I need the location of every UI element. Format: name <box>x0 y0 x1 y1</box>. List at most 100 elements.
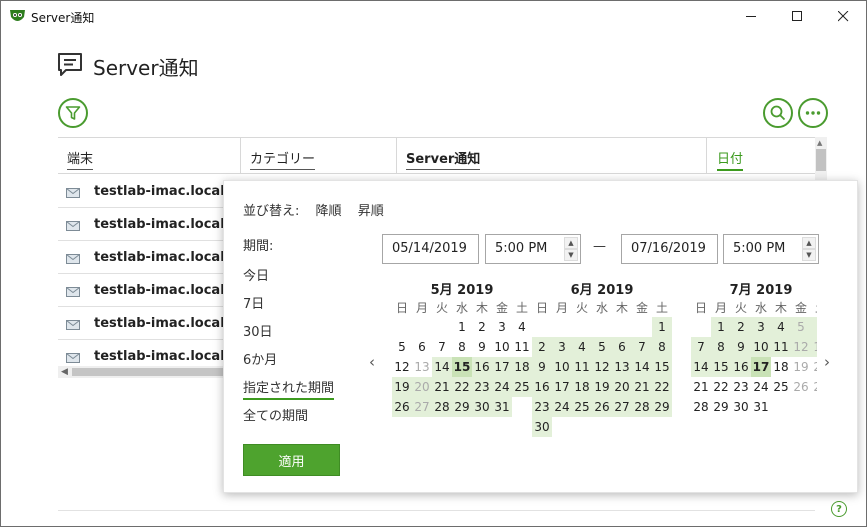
spin-down-icon[interactable]: ▼ <box>802 249 816 261</box>
calendar-day[interactable]: 6 <box>811 317 817 337</box>
calendar-day[interactable]: 9 <box>731 337 751 357</box>
calendar-day[interactable]: 8 <box>452 337 472 357</box>
column-notice[interactable]: Server通知 <box>396 138 706 174</box>
minimize-button[interactable] <box>728 1 774 32</box>
table-row[interactable]: testlab-imac.local <box>58 274 225 307</box>
calendar-day[interactable]: 25 <box>771 377 791 397</box>
calendar-day[interactable]: 10 <box>552 357 572 377</box>
horizontal-scrollbar[interactable]: ◀ <box>58 366 224 378</box>
calendar-day[interactable]: 1 <box>452 317 472 337</box>
more-button[interactable] <box>798 98 828 128</box>
calendar-day[interactable]: 21 <box>632 377 652 397</box>
calendar-day[interactable]: 27 <box>412 397 432 417</box>
calendar-day[interactable]: 25 <box>572 397 592 417</box>
table-row[interactable]: testlab-imac.local <box>58 241 225 274</box>
calendar-day[interactable]: 15 <box>711 357 731 377</box>
calendar-day[interactable]: 6 <box>612 337 632 357</box>
calendar-day[interactable]: 24 <box>751 377 771 397</box>
calendar-day[interactable]: 9 <box>532 357 552 377</box>
calendar-day[interactable]: 24 <box>492 377 512 397</box>
help-icon[interactable]: ? <box>831 501 847 517</box>
period-option-all[interactable]: 全ての期間 <box>243 405 308 424</box>
calendar-day[interactable]: 12 <box>791 337 811 357</box>
period-option-30days[interactable]: 30日 <box>243 321 273 340</box>
period-option-6months[interactable]: 6か月 <box>243 349 277 368</box>
calendar-day[interactable]: 23 <box>731 377 751 397</box>
calendar-day[interactable]: 7 <box>691 337 711 357</box>
calendar-day[interactable]: 16 <box>472 357 492 377</box>
calendar-day[interactable]: 21 <box>432 377 452 397</box>
calendar-day[interactable]: 29 <box>452 397 472 417</box>
calendar-day[interactable]: 20 <box>412 377 432 397</box>
calendar-day[interactable]: 18 <box>512 357 532 377</box>
calendar-day[interactable]: 26 <box>592 397 612 417</box>
calendar-day[interactable]: 2 <box>731 317 751 337</box>
close-button[interactable] <box>820 1 866 32</box>
calendar-day[interactable]: 28 <box>632 397 652 417</box>
calendar-day[interactable]: 25 <box>512 377 532 397</box>
calendar-next-icon[interactable]: › <box>824 353 830 371</box>
start-time-spinner[interactable]: ▲ ▼ <box>564 237 578 261</box>
calendar-day[interactable]: 23 <box>472 377 492 397</box>
column-date[interactable]: 日付 <box>706 138 815 174</box>
calendar-day[interactable]: 19 <box>392 377 412 397</box>
calendar-day[interactable]: 22 <box>652 377 672 397</box>
spin-up-icon[interactable]: ▲ <box>564 237 578 249</box>
calendar-day[interactable]: 22 <box>452 377 472 397</box>
calendar-day[interactable]: 4 <box>572 337 592 357</box>
calendar-day[interactable]: 2 <box>472 317 492 337</box>
calendar-day[interactable]: 28 <box>691 397 711 417</box>
vertical-scrollbar[interactable]: ▲ <box>815 137 827 183</box>
calendar-day[interactable]: 1 <box>652 317 672 337</box>
apply-button[interactable]: 適用 <box>243 444 340 476</box>
calendar-day[interactable]: 26 <box>392 397 412 417</box>
calendar-day[interactable]: 15 <box>452 357 472 377</box>
calendar-day[interactable]: 29 <box>711 397 731 417</box>
scroll-up-icon[interactable]: ▲ <box>817 139 822 147</box>
spin-up-icon[interactable]: ▲ <box>802 237 816 249</box>
table-row[interactable]: testlab-imac.local <box>58 175 225 208</box>
calendar-day[interactable]: 19 <box>592 377 612 397</box>
end-date-field[interactable]: 07/16/2019 <box>621 234 718 264</box>
calendar-day[interactable]: 17 <box>751 357 771 377</box>
calendar-day[interactable]: 17 <box>492 357 512 377</box>
calendar-day[interactable]: 22 <box>711 377 731 397</box>
calendar-day[interactable]: 5 <box>392 337 412 357</box>
calendar-day[interactable]: 29 <box>652 397 672 417</box>
calendar-day[interactable]: 15 <box>652 357 672 377</box>
calendar-day[interactable]: 11 <box>771 337 791 357</box>
table-row[interactable]: testlab-imac.local <box>58 307 225 340</box>
calendar-day[interactable]: 5 <box>791 317 811 337</box>
calendar-day[interactable]: 18 <box>572 377 592 397</box>
hscroll-thumb[interactable] <box>72 368 224 376</box>
calendar-day[interactable]: 13 <box>811 337 817 357</box>
calendar-day[interactable]: 11 <box>512 337 532 357</box>
calendar-day[interactable]: 11 <box>572 357 592 377</box>
end-time-field[interactable]: 5:00 PM ▲ ▼ <box>723 234 819 264</box>
calendar-day[interactable]: 5 <box>592 337 612 357</box>
calendar-day[interactable]: 8 <box>652 337 672 357</box>
maximize-button[interactable] <box>774 1 820 32</box>
spin-down-icon[interactable]: ▼ <box>564 249 578 261</box>
calendar-day[interactable]: 20 <box>811 357 817 377</box>
sort-asc-option[interactable]: 昇順 <box>358 204 384 219</box>
calendar-day[interactable]: 28 <box>432 397 452 417</box>
calendar-day[interactable]: 27 <box>612 397 632 417</box>
calendar-day[interactable]: 12 <box>592 357 612 377</box>
calendar-day[interactable]: 30 <box>472 397 492 417</box>
calendar-day[interactable]: 17 <box>552 377 572 397</box>
calendar-day[interactable]: 20 <box>612 377 632 397</box>
calendar-day[interactable]: 2 <box>532 337 552 357</box>
table-row[interactable]: testlab-imac.local <box>58 208 225 241</box>
calendar-day[interactable]: 23 <box>532 397 552 417</box>
calendar-day[interactable]: 19 <box>791 357 811 377</box>
calendar-day[interactable]: 18 <box>771 357 791 377</box>
search-button[interactable] <box>763 98 793 128</box>
end-time-spinner[interactable]: ▲ ▼ <box>802 237 816 261</box>
calendar-day[interactable]: 3 <box>552 337 572 357</box>
scroll-left-icon[interactable]: ◀ <box>61 367 68 377</box>
calendar-day[interactable]: 13 <box>412 357 432 377</box>
calendar-day[interactable]: 31 <box>492 397 512 417</box>
calendar-day[interactable]: 14 <box>432 357 452 377</box>
start-time-field[interactable]: 5:00 PM ▲ ▼ <box>485 234 581 264</box>
